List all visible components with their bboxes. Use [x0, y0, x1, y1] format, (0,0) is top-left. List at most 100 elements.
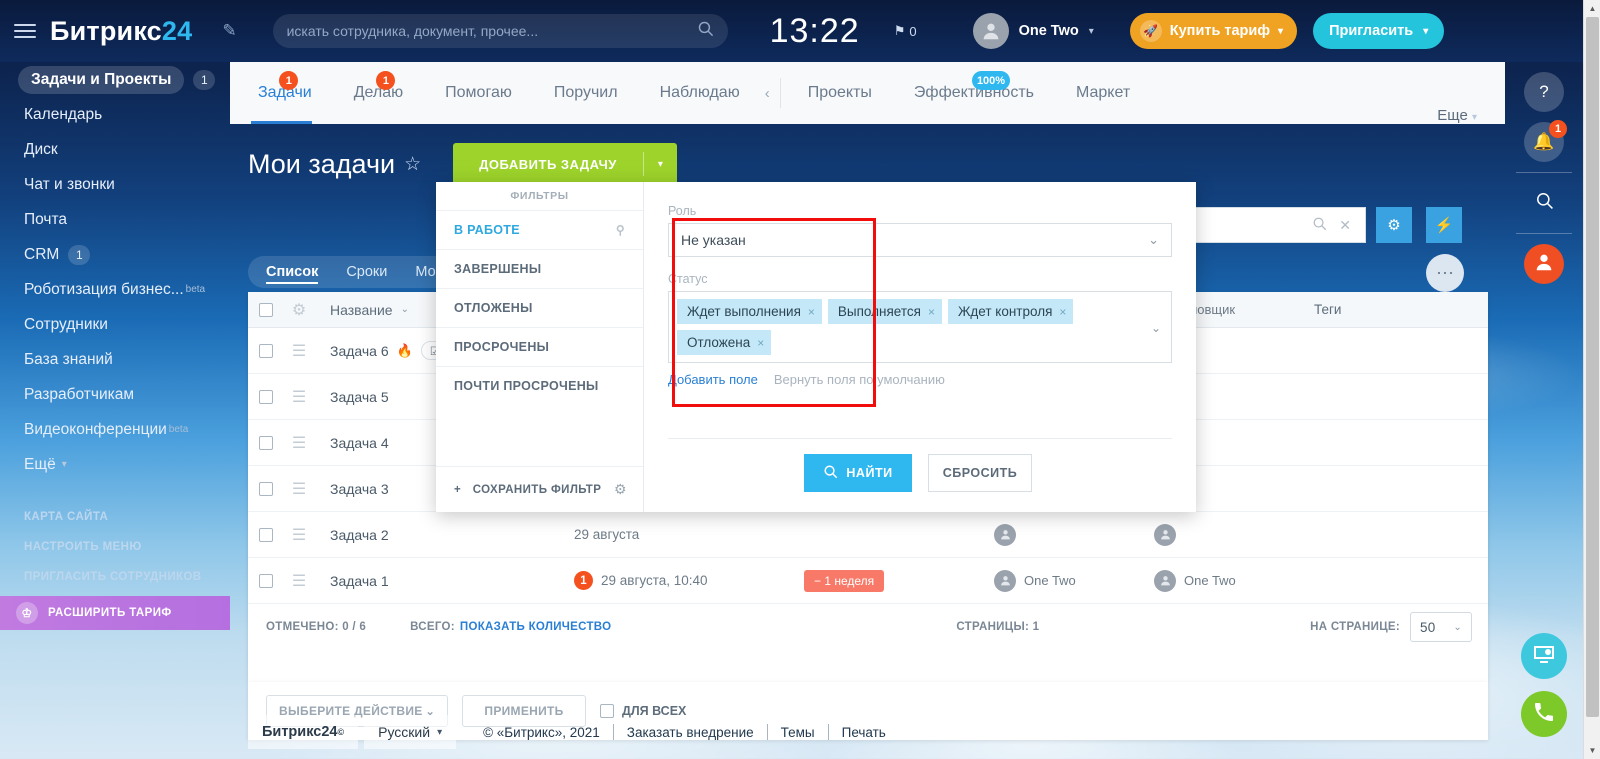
status-chip[interactable]: Ждет контроля × — [948, 299, 1073, 324]
creator-name[interactable]: One Two — [1184, 573, 1236, 588]
filter-preset-almost-overdue[interactable]: ПОЧТИ ПРОСРОЧЕНЫ — [436, 366, 643, 405]
drag-handle-icon[interactable]: ☰ — [284, 525, 314, 545]
footer-logo[interactable]: Битрикс24© — [248, 715, 358, 749]
tab-more[interactable]: Еще ▾ — [1437, 107, 1505, 124]
language-select[interactable]: Русский ▾ — [364, 715, 456, 749]
scrollbar-thumb[interactable] — [1586, 17, 1599, 717]
drag-handle-icon[interactable]: ☰ — [284, 433, 314, 453]
tab-tasks[interactable]: 1 Задачи — [230, 62, 333, 124]
show-count-link[interactable]: ПОКАЗАТЬ КОЛИЧЕСТВО — [460, 621, 611, 633]
contacts-button[interactable] — [1524, 244, 1564, 284]
save-filter-button[interactable]: + СОХРАНИТЬ ФИЛЬТР ⚙ — [436, 466, 643, 512]
sidebar-item-employees[interactable]: Сотрудники — [0, 307, 230, 342]
add-field-link[interactable]: Добавить поле — [668, 372, 758, 387]
sidebar-item-calendar[interactable]: Календарь — [0, 97, 230, 132]
sidebar-item-mail[interactable]: Почта — [0, 202, 230, 237]
tab-helping[interactable]: Помогаю — [424, 62, 533, 124]
tab-market[interactable]: Маркет — [1055, 62, 1151, 124]
menu-toggle-button[interactable] — [14, 20, 36, 42]
column-header-tags[interactable]: Теги — [1314, 302, 1488, 317]
reset-button[interactable]: СБРОСИТЬ — [928, 454, 1032, 492]
notifications-button[interactable]: 🔔 1 — [1524, 122, 1564, 162]
role-select[interactable]: Не указан ⌄ — [668, 223, 1172, 257]
flag-counter[interactable]: ⚑ 0 — [894, 23, 917, 39]
table-row[interactable]: ☰ Задача 2 29 августа — [248, 512, 1488, 558]
star-outline-icon[interactable]: ☆ — [404, 153, 421, 176]
row-checkbox[interactable] — [259, 574, 273, 588]
filter-preset-in-progress[interactable]: В РАБОТЕ ⚲ — [436, 210, 643, 249]
tab-efficiency[interactable]: 100% Эффективность — [893, 62, 1055, 124]
tab-doing[interactable]: 1 Делаю — [333, 62, 424, 124]
footer-link-implementation[interactable]: Заказать внедрение — [614, 725, 767, 740]
sidebar-item-chat[interactable]: Чат и звонки — [0, 167, 230, 202]
find-button[interactable]: НАЙТИ — [804, 454, 912, 492]
filter-preset-deferred[interactable]: ОТЛОЖЕНЫ — [436, 288, 643, 327]
tab-projects[interactable]: Проекты — [787, 62, 893, 124]
sidebar-item-disk[interactable]: Диск — [0, 132, 230, 167]
reset-fields-link[interactable]: Вернуть поля по умолчанию — [774, 372, 945, 387]
footer-link-themes[interactable]: Темы — [768, 725, 828, 740]
table-row[interactable]: ☰ Задача 1 1 29 августа, 10:40 − 1 недел… — [248, 558, 1488, 604]
add-task-button[interactable]: ДОБАВИТЬ ЗАДАЧУ ▾ — [453, 143, 677, 186]
responsible-name[interactable]: One Two — [1024, 573, 1076, 588]
footer-link-print[interactable]: Печать — [829, 725, 899, 740]
gear-icon[interactable]: ⚙ — [284, 300, 314, 320]
row-checkbox[interactable] — [259, 436, 273, 450]
pin-icon[interactable]: ⚲ — [616, 223, 625, 237]
tab-observing[interactable]: Наблюдаю — [639, 62, 761, 124]
status-chip[interactable]: Отложена × — [677, 330, 771, 355]
upgrade-plan-button[interactable]: ♔ РАСШИРИТЬ ТАРИФ — [0, 596, 230, 630]
sidebar-item-automation[interactable]: Роботизация бизнес... beta — [0, 272, 230, 307]
app-logo[interactable]: Битрикс24 — [50, 16, 192, 47]
status-chip[interactable]: Выполняется × — [828, 299, 942, 324]
scroll-down-arrow[interactable]: ▼ — [1584, 742, 1600, 759]
vertical-scrollbar[interactable]: ▲ ▼ — [1583, 0, 1600, 759]
close-icon[interactable]: × — [928, 305, 935, 319]
status-multiselect[interactable]: Ждет выполнения × Выполняется × Ждет кон… — [668, 291, 1172, 363]
row-checkbox[interactable] — [259, 390, 273, 404]
close-icon[interactable]: × — [808, 305, 815, 319]
close-icon[interactable]: × — [757, 336, 764, 350]
task-title[interactable]: Задача 5 — [330, 389, 389, 405]
chevron-left-icon[interactable]: ‹ — [761, 85, 774, 102]
sidebar-item-crm[interactable]: CRM 1 — [0, 237, 230, 272]
drag-handle-icon[interactable]: ☰ — [284, 571, 314, 591]
filter-settings-button[interactable]: ⚙ — [1376, 207, 1412, 243]
search-icon[interactable] — [1312, 216, 1327, 234]
close-icon[interactable]: × — [1059, 305, 1066, 319]
task-title[interactable]: Задача 2 — [330, 527, 389, 543]
help-button[interactable]: ? — [1524, 72, 1564, 112]
more-options-button[interactable]: ⋯ — [1426, 254, 1464, 292]
drag-handle-icon[interactable]: ☰ — [284, 479, 314, 499]
drag-handle-icon[interactable]: ☰ — [284, 387, 314, 407]
task-title[interactable]: Задача 4 — [330, 435, 389, 451]
drag-handle-icon[interactable]: ☰ — [284, 341, 314, 361]
pencil-icon[interactable]: ✎ — [222, 21, 236, 41]
invite-button[interactable]: Пригласить ▾ — [1313, 13, 1444, 49]
row-checkbox[interactable] — [259, 344, 273, 358]
sidebar-item-videoconf[interactable]: Видеоконференции beta — [0, 412, 230, 447]
view-tab-deadlines[interactable]: Сроки — [332, 256, 401, 288]
automation-button[interactable]: ⚡ — [1426, 207, 1462, 243]
tab-assigned[interactable]: Поручил — [533, 62, 639, 124]
gear-icon[interactable]: ⚙ — [614, 481, 627, 498]
sidebar-item-tasks[interactable]: Задачи и Проекты 1 — [0, 62, 230, 97]
sidebar-link-configure-menu[interactable]: НАСТРОИТЬ МЕНЮ — [0, 532, 230, 562]
close-icon[interactable]: ✕ — [1339, 217, 1351, 234]
user-menu[interactable]: One Two ▾ — [973, 13, 1094, 49]
filter-preset-completed[interactable]: ЗАВЕРШЕНЫ — [436, 249, 643, 288]
scroll-up-arrow[interactable]: ▲ — [1584, 0, 1600, 17]
row-checkbox[interactable] — [259, 528, 273, 542]
row-checkbox[interactable] — [259, 482, 273, 496]
buy-plan-button[interactable]: 🚀 Купить тариф ▾ — [1130, 13, 1297, 49]
search-input[interactable] — [287, 23, 697, 39]
per-page-select[interactable]: 50 ⌄ — [1410, 612, 1472, 642]
task-title[interactable]: Задача 1 — [330, 573, 389, 589]
task-title[interactable]: Задача 6 — [330, 343, 389, 359]
task-title[interactable]: Задача 3 — [330, 481, 389, 497]
call-button[interactable] — [1521, 691, 1567, 737]
sidebar-link-sitemap[interactable]: КАРТА САЙТА — [0, 502, 230, 532]
sidebar-item-developers[interactable]: Разработчикам — [0, 377, 230, 412]
status-chip[interactable]: Ждет выполнения × — [677, 299, 822, 324]
select-all-checkbox[interactable] — [259, 303, 273, 317]
